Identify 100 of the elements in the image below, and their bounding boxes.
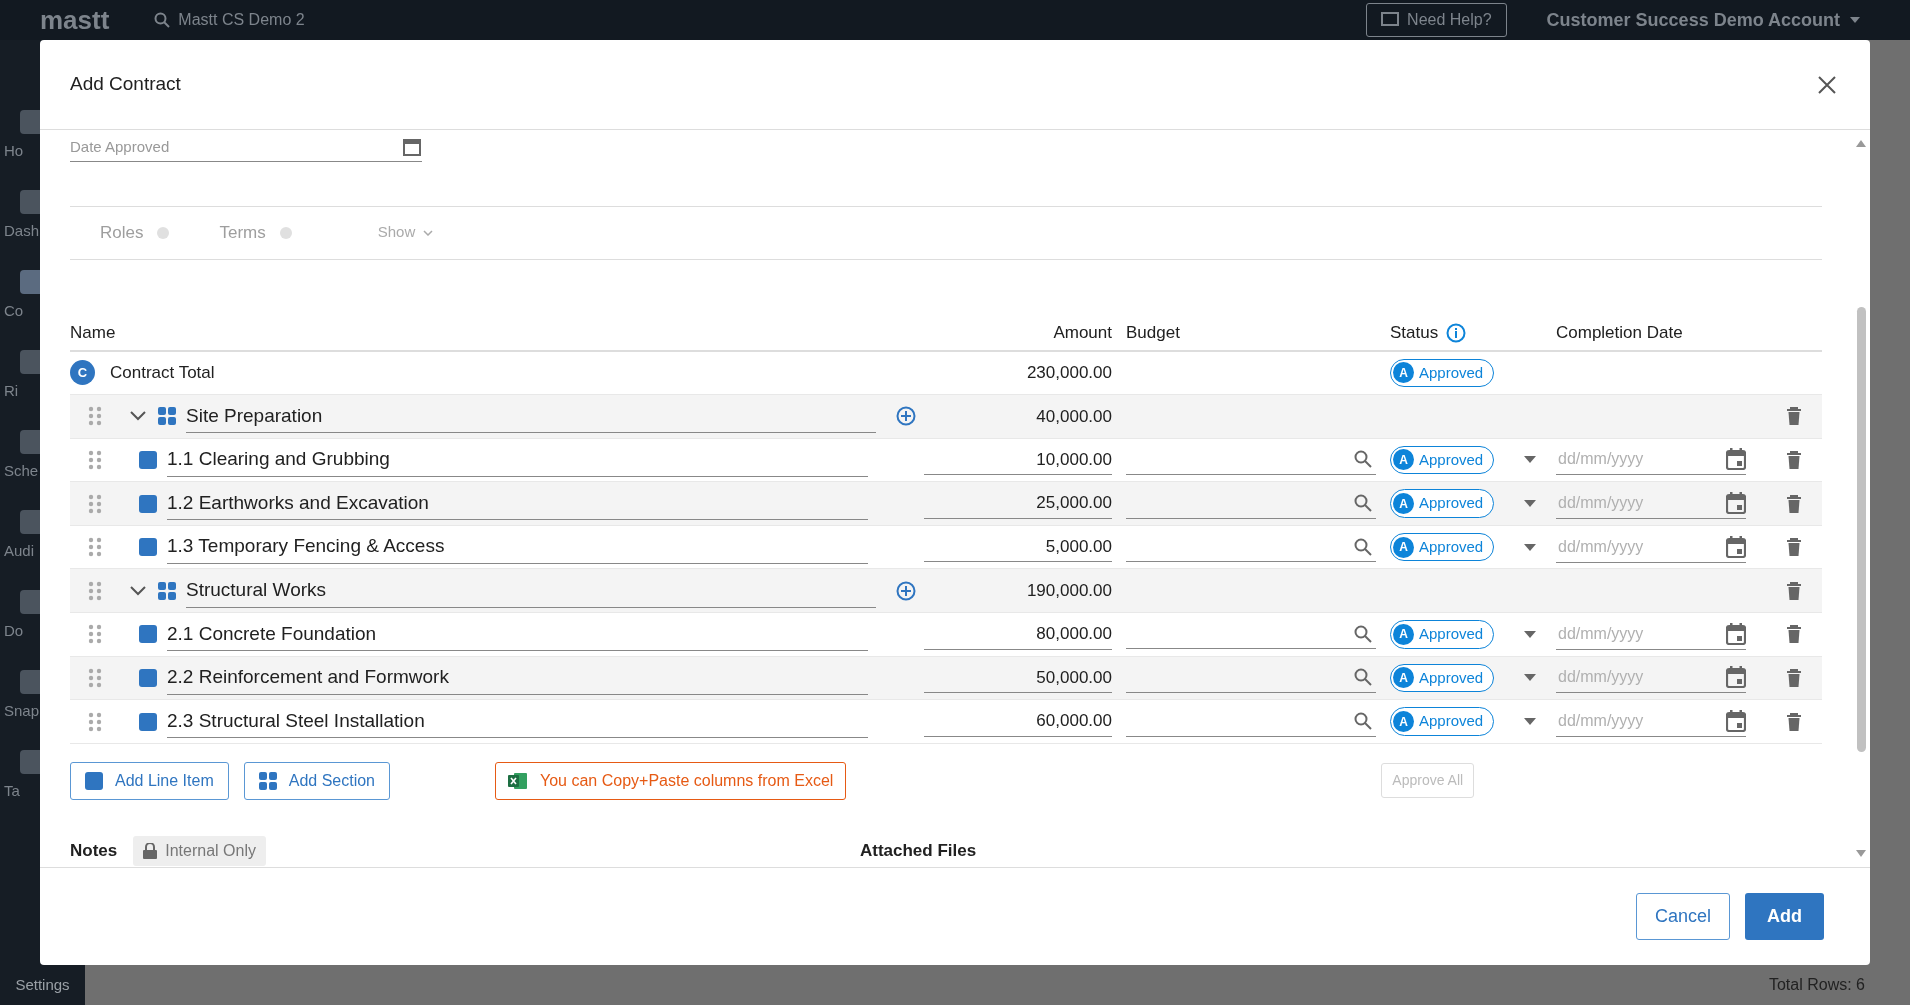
line-item-field[interactable]: 1.2 Earthworks and Excavation [167,486,868,521]
trash-icon[interactable] [1786,451,1802,469]
amount-field[interactable]: 50,000.00 [924,662,1112,694]
chevron-icon[interactable] [130,585,146,596]
status-badge[interactable]: A Approved [1390,707,1495,736]
nav-label[interactable]: Sche [4,460,39,483]
scrollbar-thumb[interactable] [1856,307,1866,752]
search-icon[interactable] [1354,668,1372,687]
date-field[interactable]: dd/mm/yyyy [1556,708,1706,735]
column-header: Amount [1053,322,1112,342]
drag-handle-icon[interactable] [88,537,102,558]
status-badge[interactable]: A Approved [1390,663,1495,693]
line-item-field[interactable]: 2.2 Reinforcement and Formwork [167,661,868,695]
project-name[interactable]: Mastt CS Demo 2 [178,8,305,32]
info-icon[interactable] [1446,322,1467,343]
logo-text[interactable]: mastt [40,7,110,33]
add-button[interactable]: Add [1745,893,1824,940]
date-field[interactable]: dd/mm/yyyy [1556,490,1706,517]
close-icon [1818,76,1836,95]
line-item-field[interactable]: 2.1 Concrete Foundation [167,617,868,652]
nav-label[interactable]: Ta [4,780,20,803]
calendar-icon[interactable] [1726,622,1746,645]
calendar-icon[interactable] [1726,710,1746,733]
help-button[interactable]: Need Help? [1366,3,1507,37]
date-field[interactable]: dd/mm/yyyy [1556,446,1706,473]
add-circle-icon[interactable] [896,406,916,427]
date-field[interactable]: dd/mm/yyyy [1556,620,1706,647]
grid-icon [158,407,176,426]
cancel-button[interactable]: Cancel [1635,893,1730,940]
line-item-field[interactable]: 1.3 Temporary Fencing & Access [167,530,868,564]
add-circle-icon[interactable] [896,580,916,601]
search-icon[interactable] [1354,712,1372,731]
nav-label[interactable]: Ho [4,140,24,163]
calendar-icon[interactable] [402,137,422,158]
calendar-icon[interactable] [1726,492,1746,515]
drag-handle-icon[interactable] [88,406,102,427]
search-icon[interactable] [1354,537,1372,556]
trash-icon[interactable] [1786,625,1802,644]
status-badge[interactable]: A Approved [1390,358,1495,388]
calendar-icon[interactable] [1726,535,1746,558]
dropdown-icon[interactable] [1524,718,1536,726]
amount-field[interactable]: 25,000.00 [924,488,1112,519]
date-field[interactable]: dd/mm/yyyy [1556,664,1706,691]
dropdown-icon[interactable] [1524,674,1536,682]
nav-label[interactable]: Co [4,300,24,323]
scroll-up-icon[interactable] [1856,140,1866,147]
trash-icon[interactable] [1786,407,1802,426]
nav-label[interactable]: Audi [4,540,35,563]
amount-text: 40,000.00 [1036,406,1112,426]
section-heading: Attached Files [859,840,977,863]
section-name-field[interactable]: Site Preparation [186,399,876,434]
amount-field[interactable]: 5,000.00 [924,531,1112,563]
add-line-item-button[interactable]: Add Line Item [70,761,229,800]
dropdown-icon[interactable] [1524,543,1536,551]
nav-label[interactable]: Snap [4,700,40,723]
drag-handle-icon[interactable] [88,450,102,470]
excel-hint-button[interactable]: You can Copy+Paste columns from Excel [495,761,847,800]
drag-handle-icon[interactable] [88,711,102,732]
status-badge[interactable]: A Approved [1390,532,1495,562]
amount-field[interactable]: 10,000.00 [924,444,1112,476]
amount-field[interactable]: 60,000.00 [924,706,1112,737]
drag-handle-icon[interactable] [88,667,102,688]
search-icon[interactable] [1354,624,1372,643]
dropdown-icon[interactable] [1524,500,1536,508]
chevron-icon[interactable] [130,411,146,422]
calendar-icon[interactable] [1726,448,1746,471]
status-badge[interactable]: A Approved [1390,445,1495,475]
trash-icon[interactable] [1786,668,1802,687]
status-badge[interactable]: A Approved [1390,620,1495,649]
scroll-down-icon[interactable] [1856,850,1866,857]
add-section-button[interactable]: Add Section [243,761,390,800]
dropdown-icon[interactable] [1524,456,1536,464]
account-name[interactable]: Customer Success Demo Account [1546,6,1840,34]
calendar-icon[interactable] [1726,666,1746,689]
drag-handle-icon[interactable] [88,624,102,645]
trash-icon[interactable] [1786,712,1802,731]
tab[interactable]: Roles [100,219,170,246]
search-icon[interactable] [1354,494,1372,513]
tab[interactable]: Terms [219,219,292,246]
drag-handle-icon[interactable] [88,493,102,514]
line-item-field[interactable]: 1.1 Clearing and Grubbing [167,443,868,477]
date-field[interactable]: dd/mm/yyyy [1556,533,1706,560]
trash-icon[interactable] [1786,538,1802,557]
nav-label[interactable]: Dash [4,220,40,243]
line-item-field[interactable]: 2.3 Structural Steel Installation [167,704,868,739]
search-icon[interactable] [1354,450,1372,469]
status-badge[interactable]: A Approved [1390,489,1495,518]
amount-field[interactable]: 80,000.00 [924,619,1112,650]
section-name-field[interactable]: Structural Works [186,574,876,608]
settings-label[interactable]: Settings [0,965,85,1005]
row-label: Contract Total [110,362,215,385]
show-toggle[interactable]: Show [371,220,440,245]
trash-icon[interactable] [1786,494,1802,513]
square-icon [139,625,157,644]
trash-icon[interactable] [1786,581,1802,600]
nav-label[interactable]: Ri [4,380,19,403]
dropdown-icon[interactable] [1524,630,1536,638]
drag-handle-icon[interactable] [88,580,102,601]
column-header: Budget [1126,322,1180,342]
nav-label[interactable]: Do [4,620,24,643]
